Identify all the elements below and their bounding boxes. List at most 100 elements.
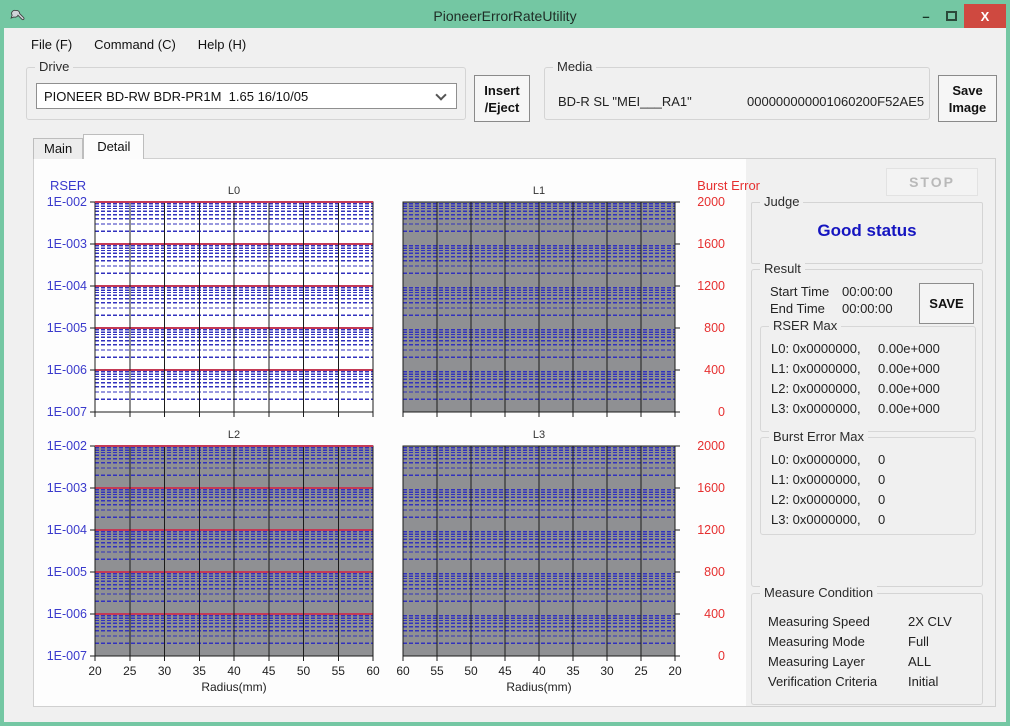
stop-button[interactable]: STOP	[886, 168, 978, 196]
chart-L2	[90, 445, 374, 661]
judge-status-text: Good status	[817, 221, 917, 240]
measure-condition-row-value: Full	[908, 634, 929, 649]
rser-tick-label: 1E-005	[46, 321, 87, 335]
rser-max-rows: L0: 0x0000000, 0.00e+000 L1: 0x0000000, 0.0…	[771, 339, 969, 419]
judge-group: Judge Good status	[751, 194, 983, 264]
save-button[interactable]: SAVE	[919, 283, 974, 324]
burst-error-tick-label: 400	[704, 607, 725, 621]
insert-eject-button[interactable]: Insert /Eject	[474, 75, 530, 122]
burst-error-max-row: L2: 0x0000000, 0	[771, 490, 969, 510]
judge-group-label: Judge	[760, 194, 804, 210]
chart-L3	[402, 445, 680, 661]
rser-max-group: RSER Max L0: 0x0000000, 0.00e+000 L1: 0x00…	[760, 318, 976, 432]
rser-max-row-value: 0.00e+000	[878, 381, 940, 396]
maximize-button[interactable]	[938, 4, 964, 28]
close-button[interactable]: X	[964, 4, 1006, 28]
radius-tick-label: 25	[123, 664, 137, 678]
radius-tick-label: 50	[464, 664, 478, 678]
measure-condition-rows: Measuring Speed 2X CLV Measuring Mode Full M…	[768, 612, 974, 692]
chart-L1	[402, 201, 680, 417]
drive-select-value: PIONEER BD-RW BDR-PR1M 1.65 16/10/05	[44, 88, 309, 104]
radius-tick-label: 35	[192, 664, 206, 678]
burst-error-max-row-label: L2: 0x0000000,	[771, 492, 861, 507]
drive-group: Drive PIONEER BD-RW BDR-PR1M 1.65 16/10/…	[26, 59, 466, 120]
menu-bar: File (F) Command (C) Help (H)	[4, 28, 1006, 61]
rser-tick-label: 1E-003	[46, 481, 87, 495]
menu-item[interactable]: Command (C)	[83, 33, 187, 56]
burst-error-tick-label: 1200	[697, 523, 725, 537]
chevron-down-icon	[435, 89, 447, 101]
burst-error-tick-label: 400	[704, 363, 725, 377]
minimize-button[interactable]: –	[914, 9, 938, 24]
rser-max-row-label: L3: 0x0000000,	[771, 401, 861, 416]
radius-tick-label: 55	[430, 664, 444, 678]
media-serial-text: 000000000001060200F52AE5	[747, 94, 925, 109]
save-image-label-line2: Image	[948, 99, 987, 115]
measure-condition-row: Measuring Mode Full	[768, 632, 974, 652]
burst-error-max-row-label: L0: 0x0000000,	[771, 452, 861, 467]
radius-tick-label: 20	[668, 664, 682, 678]
radius-axis-label: Radius(mm)	[506, 680, 572, 694]
burst-error-max-row-value: 0	[878, 492, 886, 507]
radius-tick-label: 40	[227, 664, 241, 678]
burst-error-tick-label: 2000	[697, 439, 725, 453]
rser-tick-label: 1E-002	[46, 439, 87, 453]
maximize-icon	[945, 11, 957, 21]
tab[interactable]: Detail	[83, 134, 145, 159]
chart-title-L2: L2	[227, 429, 241, 441]
measure-condition-row: Measuring Layer ALL	[768, 652, 974, 672]
window-title: PioneerErrorRateUtility	[433, 8, 577, 24]
save-image-button[interactable]: Save Image	[938, 75, 997, 122]
radius-tick-label: 45	[498, 664, 512, 678]
radius-tick-label: 60	[396, 664, 410, 678]
burst-error-max-row-label: L3: 0x0000000,	[771, 512, 861, 527]
media-group-label: Media	[553, 59, 597, 75]
rser-tick-label: 1E-007	[46, 405, 87, 419]
rser-max-row-label: L1: 0x0000000,	[771, 361, 861, 376]
start-time-row: Start Time 00:00:00	[770, 283, 893, 300]
menu-item[interactable]: Help (H)	[187, 33, 257, 56]
rser-max-row-value: 0.00e+000	[878, 361, 940, 376]
measure-condition-row: Measuring Speed 2X CLV	[768, 612, 974, 632]
end-time-label: End Time	[770, 301, 825, 316]
burst-error-tick-label: 2000	[697, 195, 725, 209]
radius-tick-label: 25	[634, 664, 648, 678]
burst-error-axis-label: Burst Error	[697, 178, 760, 193]
rser-tick-label: 1E-004	[46, 279, 87, 293]
measure-condition-group-label: Measure Condition	[760, 585, 878, 601]
tab-strip: Main Detail	[33, 134, 145, 159]
menu-item[interactable]: File (F)	[20, 33, 83, 56]
rser-max-row: L2: 0x0000000, 0.00e+000	[771, 379, 969, 399]
measure-condition-row-label: Measuring Speed	[768, 614, 870, 629]
result-group: Result Start Time 00:00:00 End Time 00:0…	[751, 261, 983, 587]
burst-error-tick-label: 1200	[697, 279, 725, 293]
measure-condition-group: Measure Condition Measuring Speed 2X CLV M…	[751, 585, 983, 705]
tab[interactable]: Main	[33, 138, 84, 159]
drive-select[interactable]: PIONEER BD-RW BDR-PR1M 1.65 16/10/05	[36, 83, 457, 109]
rser-max-group-label: RSER Max	[769, 318, 842, 334]
chart-title-L0: L0	[227, 185, 241, 197]
rser-max-row-label: L0: 0x0000000,	[771, 341, 861, 356]
start-time-label: Start Time	[770, 284, 830, 299]
chart-L0	[90, 201, 374, 417]
media-group: Media BD-R SL "MEI___RA1" 00000000000106…	[544, 59, 930, 120]
window-controls: – X	[914, 4, 1006, 28]
rser-tick-label: 1E-005	[46, 565, 87, 579]
burst-error-max-group-label: Burst Error Max	[769, 429, 869, 445]
rser-max-row-label: L2: 0x0000000,	[771, 381, 861, 396]
rser-max-row: L3: 0x0000000, 0.00e+000	[771, 399, 969, 419]
start-time-value: 00:00:00	[842, 284, 893, 299]
burst-error-max-rows: L0: 0x0000000, 0 L1: 0x0000000, 0 L2: 0x0000…	[771, 450, 969, 530]
insert-eject-label-line2: /Eject	[484, 99, 520, 115]
measure-condition-row-label: Verification Criteria	[768, 674, 878, 689]
rser-tick-label: 1E-002	[46, 195, 87, 209]
measure-condition-row-value: 2X CLV	[908, 614, 952, 629]
burst-error-max-row-value: 0	[878, 452, 886, 467]
measure-condition-row-value: ALL	[908, 654, 932, 669]
burst-error-tick-label: 800	[704, 321, 725, 335]
rser-tick-label: 1E-006	[46, 363, 87, 377]
menu-item-label: Command (C)	[94, 37, 176, 52]
end-time-value: 00:00:00	[842, 301, 893, 316]
burst-error-tick-label: 0	[718, 405, 725, 419]
titlebar[interactable]: PioneerErrorRateUtility – X	[4, 4, 1006, 28]
